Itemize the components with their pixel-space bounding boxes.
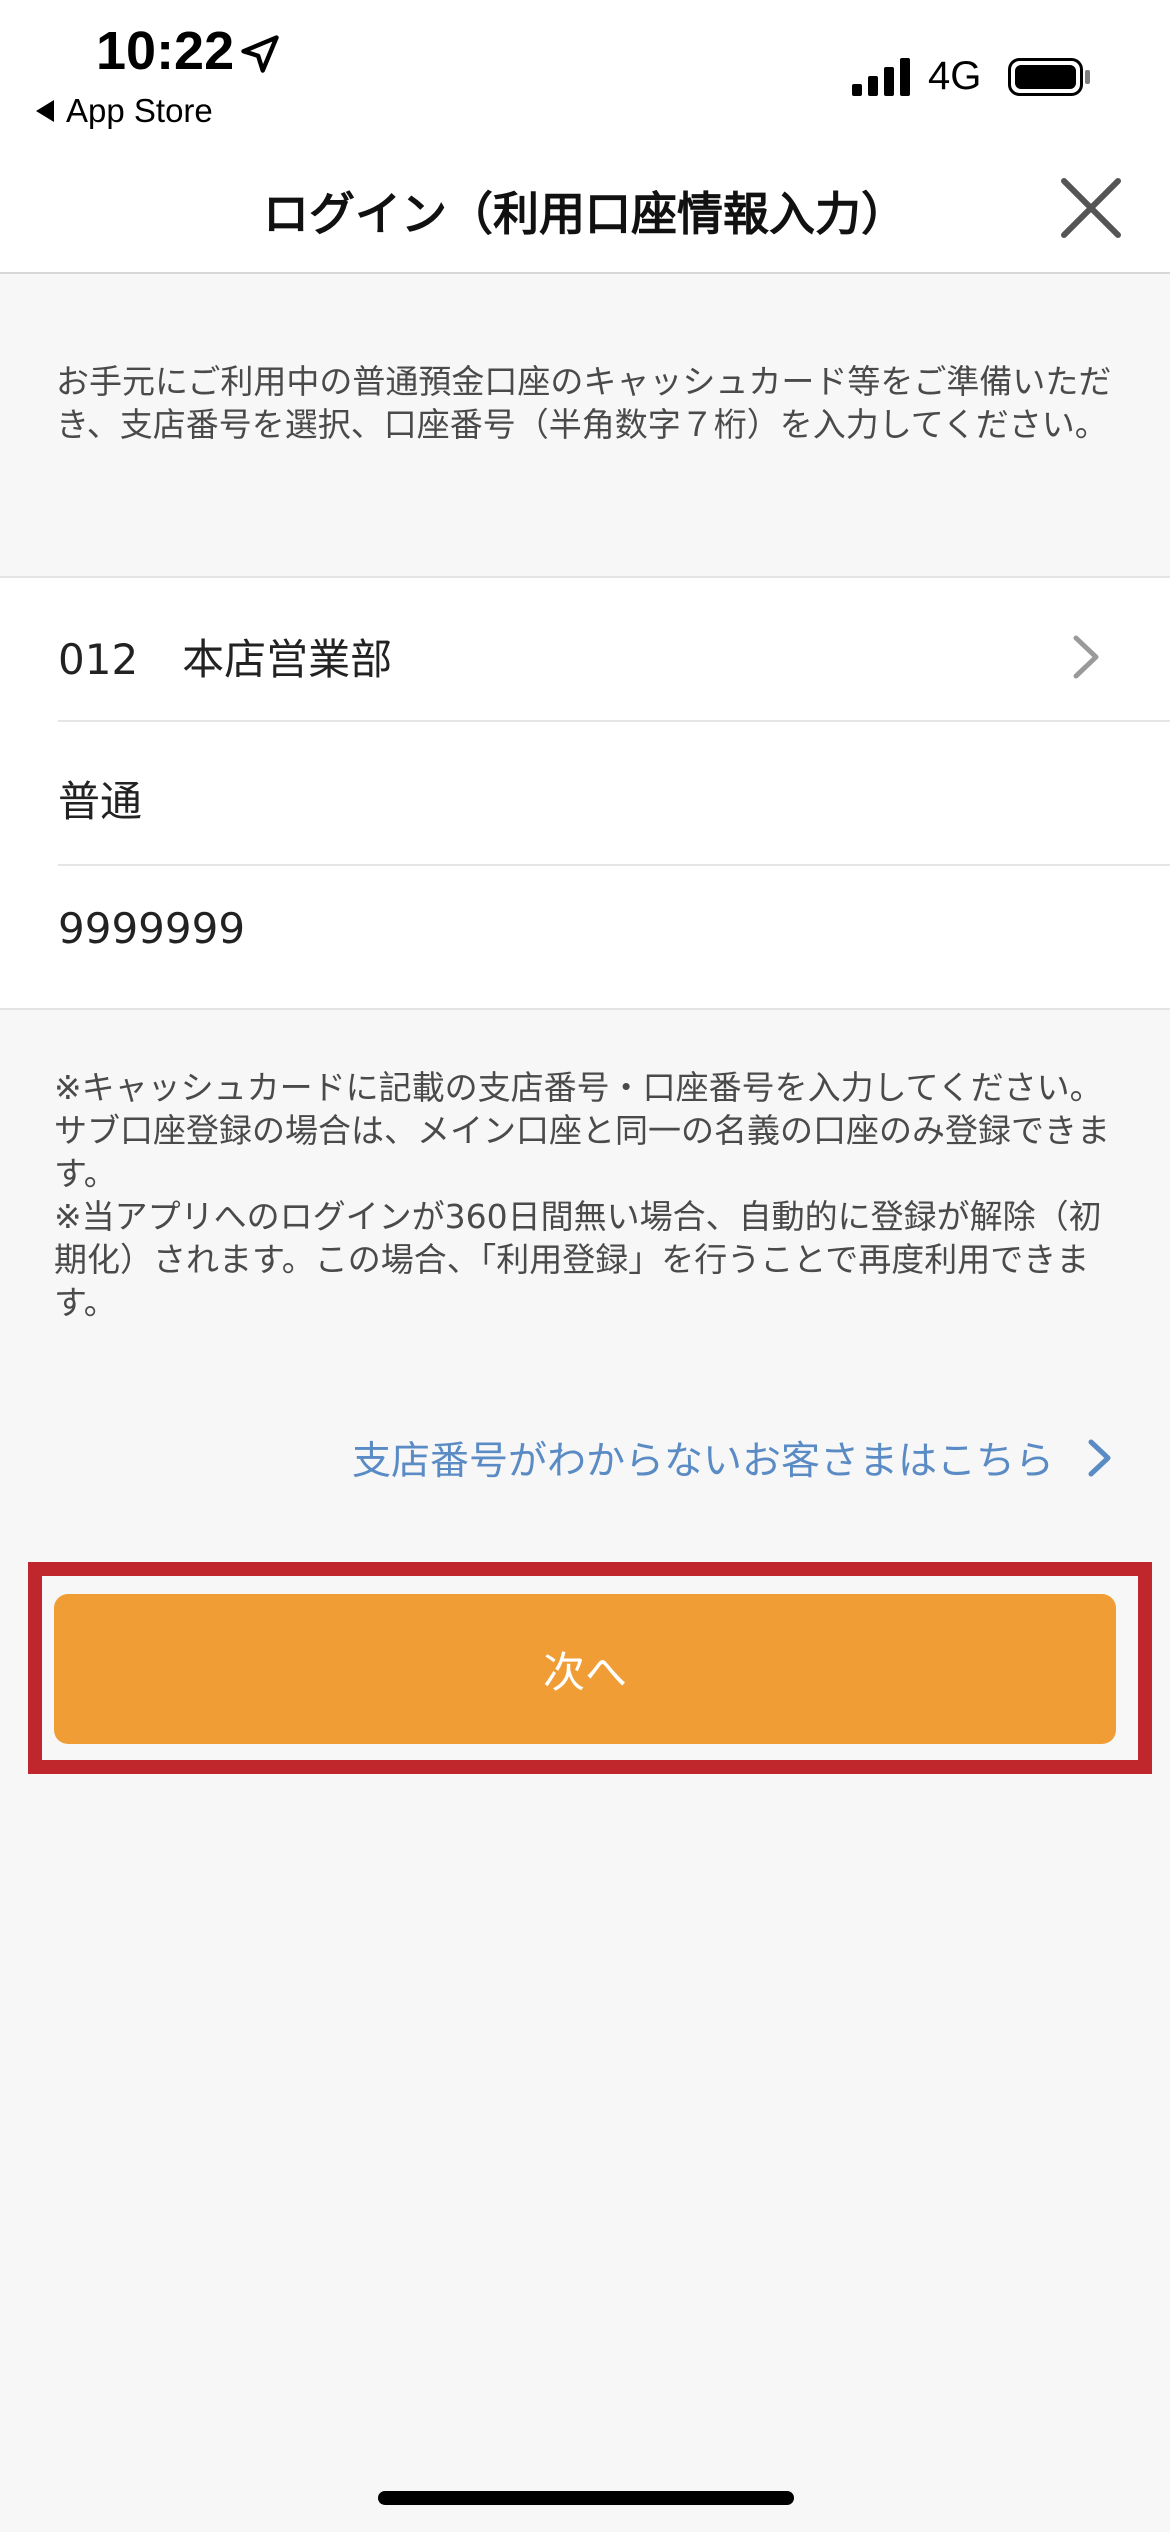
branch-name: 本店営業部: [182, 635, 393, 684]
page-title: ログイン（利用口座情報入力）: [263, 187, 907, 241]
status-time: 10:22: [96, 21, 235, 81]
status-bar: 10:22 App Store 4G: [0, 0, 1170, 150]
notes: ※キャッシュカードに記載の支店番号・口座番号を入力してください。サブ口座登録の場…: [54, 1066, 1114, 1324]
close-icon[interactable]: [1058, 175, 1124, 241]
back-triangle-icon: [36, 100, 54, 122]
row-divider: [58, 720, 1170, 722]
chevron-right-icon: [1088, 1439, 1111, 1477]
location-arrow-icon: [241, 35, 279, 73]
account-type-field[interactable]: 普通: [58, 768, 1170, 829]
battery-icon: [1008, 58, 1090, 96]
branch-select-row[interactable]: 012 本店営業部: [58, 626, 1170, 687]
signal-bars-icon: [852, 58, 910, 96]
account-form: 012 本店営業部 普通 9999999: [0, 576, 1170, 1010]
network-type: 4G: [928, 54, 982, 98]
branch-code: 012: [58, 635, 139, 684]
branch-help-link[interactable]: 支店番号がわからないお客さまはこちら: [352, 1430, 1114, 1486]
next-button[interactable]: 次へ: [54, 1594, 1116, 1744]
branch-help-label: 支店番号がわからないお客さまはこちら: [351, 1439, 1054, 1484]
intro-text: お手元にご利用中の普通預金口座のキャッシュカード等をご準備いただき、支店番号を選…: [56, 362, 1112, 444]
note-card-info: ※キャッシュカードに記載の支店番号・口座番号を入力してください。サブ口座登録の場…: [54, 1068, 1110, 1193]
chevron-right-icon: [1073, 635, 1099, 679]
back-to-app-store[interactable]: App Store: [36, 92, 213, 130]
nav-header: ログイン（利用口座情報入力）: [0, 150, 1170, 274]
note-auto-reset: ※当アプリへのログインが360日間無い場合、自動的に登録が解除（初期化）されます…: [54, 1197, 1102, 1322]
row-divider: [58, 864, 1170, 866]
back-app-label: App Store: [66, 92, 213, 129]
account-number-field[interactable]: 9999999: [58, 904, 1170, 953]
home-indicator[interactable]: [378, 2491, 794, 2505]
